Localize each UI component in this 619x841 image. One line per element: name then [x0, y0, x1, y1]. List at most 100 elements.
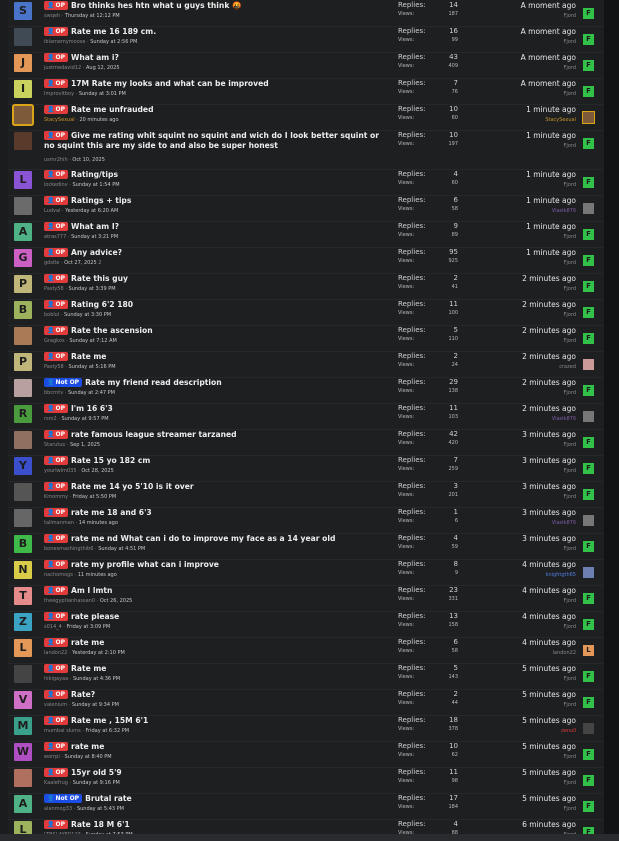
last-poster-avatar[interactable]: L [583, 645, 594, 656]
thread-author[interactable]: tallmanman [44, 520, 74, 526]
thread-title-line[interactable]: 👤OP Rate the ascension [44, 326, 394, 336]
thread-author[interactable]: alanmog33 [44, 806, 72, 812]
last-poster-avatar[interactable]: F [583, 307, 594, 318]
thread-row[interactable]: 👤OP Rate me 16 189 cm. iblamemymoose · Sun… [8, 26, 604, 53]
thread-row[interactable]: 👤OP Rate me unfrauded StacySexual · 20 min… [8, 104, 604, 131]
thread-row[interactable]: 👤OP Rate me 14 yo 5'10 is it over Kmommy ·… [8, 481, 604, 508]
last-post-time[interactable]: A moment ago [476, 1, 576, 11]
thread-row[interactable]: 👤OP rate me 18 and 6'3 tallmanman · 14 min… [8, 507, 604, 534]
thread-row[interactable]: 👤OP Ratings + tips Ludval · Yesterday at 6… [8, 195, 604, 222]
thread-title-line[interactable]: 👤OP Rating 6'2 180 [44, 300, 394, 310]
thread-row[interactable]: P 👤OP Rate me Pasty58 · Sunday at 5:16 PM Re… [8, 351, 604, 378]
last-post-user[interactable]: Fjord [476, 234, 576, 240]
last-post-time[interactable]: 5 minutes ago [476, 768, 576, 778]
last-post-user[interactable]: StacySexual [476, 117, 576, 123]
last-post-time[interactable]: 1 minute ago [476, 222, 576, 232]
last-poster-avatar[interactable] [583, 359, 594, 370]
thread-author[interactable]: Pasty58 [44, 364, 64, 370]
thread-row[interactable]: M 👤OP Rate me , 15M 6'1 mumbai slums · Frid… [8, 715, 604, 742]
thread-title-line[interactable]: 👤OP rate me [44, 638, 394, 648]
thread-title[interactable]: rate please [71, 612, 119, 621]
user-avatar[interactable] [14, 379, 32, 397]
last-post-time[interactable]: 1 minute ago [476, 248, 576, 258]
user-avatar[interactable]: T [14, 587, 32, 605]
thread-author[interactable]: Starutus [44, 442, 65, 448]
last-post-time[interactable]: 2 minutes ago [476, 300, 576, 310]
thread-title[interactable]: rate my profile what can i improve [71, 560, 219, 569]
thread-title-line[interactable]: 👤OP Rate me [44, 352, 394, 362]
thread-row[interactable]: J 👤OP What am i? justmedavid12 · Aug 12, 20… [8, 52, 604, 79]
thread-author[interactable]: theegyptianhassan0 [44, 598, 95, 604]
thread-title-line[interactable]: 👤OP rate famous league streamer tarzaned [44, 430, 394, 440]
last-poster-avatar[interactable]: F [583, 34, 594, 45]
thread-title-line[interactable]: 👤OP rate me [44, 742, 394, 752]
last-post-user[interactable]: Fjord [476, 806, 576, 812]
thread-title[interactable]: Ratings + tips [71, 196, 131, 205]
thread-author[interactable]: boblol [44, 312, 59, 318]
last-post-user[interactable]: Fjord [476, 39, 576, 45]
user-avatar[interactable] [14, 106, 32, 124]
last-post-time[interactable]: 3 minutes ago [476, 508, 576, 518]
thread-title[interactable]: Rate my friend read description [85, 378, 222, 387]
thread-title-line[interactable]: 👤OP Rating/tips [44, 170, 394, 180]
user-avatar[interactable]: L [14, 639, 32, 657]
user-avatar[interactable]: V [14, 691, 32, 709]
thread-title-line[interactable]: 👤OP Rate this guy [44, 274, 394, 284]
thread-title-line[interactable]: 👤OP I'm 16 6'3 [44, 404, 394, 414]
thread-title-line[interactable]: 👤OP rate me nd What can i do to improve m… [44, 534, 394, 544]
thread-author[interactable]: valenium [44, 702, 67, 708]
thread-title[interactable]: Rating 6'2 180 [71, 300, 133, 309]
thread-row[interactable]: 👤OP rate famous league streamer tarzaned S… [8, 429, 604, 456]
last-post-user[interactable]: Fjord [476, 143, 576, 149]
thread-author[interactable]: justmedavid12 [44, 65, 81, 71]
last-post-user[interactable]: Fjord [476, 182, 576, 188]
thread-title[interactable]: I'm 16 6'3 [71, 404, 113, 413]
thread-title-line[interactable]: 👤OP Am I lmtn [44, 586, 394, 596]
last-poster-avatar[interactable]: F [583, 138, 594, 149]
last-poster-avatar[interactable]: F [583, 229, 594, 240]
thread-title[interactable]: Rating/tips [71, 170, 118, 179]
thread-author[interactable]: iblamemymoose [44, 39, 85, 45]
last-post-time[interactable]: 4 minutes ago [476, 638, 576, 648]
thread-title-line[interactable]: 👤OP Rate? [44, 690, 394, 700]
last-post-time[interactable]: 3 minutes ago [476, 430, 576, 440]
user-avatar[interactable]: L [14, 171, 32, 189]
user-avatar[interactable] [14, 769, 32, 787]
last-poster-avatar[interactable] [583, 567, 594, 578]
user-avatar[interactable] [14, 509, 32, 527]
thread-author[interactable]: Gragkos [44, 338, 65, 344]
thread-row[interactable]: A 👤OP What am I? atras777 · Sunday at 3:21 … [8, 221, 604, 248]
last-post-time[interactable]: 2 minutes ago [476, 274, 576, 284]
thread-title-line[interactable]: 👤OP Give me rating whit squint no squint … [44, 131, 389, 151]
last-post-user[interactable]: Fjord [476, 494, 576, 500]
last-post-user[interactable]: Fjord [476, 442, 576, 448]
user-avatar[interactable] [14, 197, 32, 215]
last-poster-avatar[interactable]: F [583, 541, 594, 552]
thread-title-line[interactable]: 👤OP Rate 15 yo 182 cm [44, 456, 394, 466]
thread-title[interactable]: Brutal rate [85, 794, 132, 803]
last-poster-avatar[interactable]: F [583, 619, 594, 630]
last-post-time[interactable]: 3 minutes ago [476, 534, 576, 544]
thread-author[interactable]: yourlwlm035 [44, 468, 77, 474]
user-avatar[interactable] [14, 665, 32, 683]
last-post-user[interactable]: Fjord [476, 65, 576, 71]
last-post-user[interactable]: Fjord [476, 780, 576, 786]
user-avatar[interactable]: P [14, 275, 32, 293]
last-post-time[interactable]: 5 minutes ago [476, 690, 576, 700]
last-post-time[interactable]: 5 minutes ago [476, 716, 576, 726]
thread-author[interactable]: worrpl [44, 754, 60, 760]
thread-author[interactable]: nachomogs [44, 572, 73, 578]
thread-author[interactable]: StacySexual [44, 117, 75, 123]
user-avatar[interactable]: Z [14, 613, 32, 631]
user-avatar[interactable]: N [14, 561, 32, 579]
user-avatar[interactable]: A [14, 795, 32, 813]
thread-author[interactable]: mumbai slums [44, 728, 81, 734]
thread-author[interactable]: s014_4 [44, 624, 62, 630]
last-post-time[interactable]: 3 minutes ago [476, 482, 576, 492]
thread-title[interactable]: Any advice? [71, 248, 122, 257]
last-post-time[interactable]: 4 minutes ago [476, 560, 576, 570]
thread-title[interactable]: Rate 18 M 6'1 [71, 820, 130, 829]
thread-title[interactable]: rate me nd What can i do to improve my f… [71, 534, 335, 543]
thread-title-line[interactable]: 👤OP Rate me unfrauded [44, 105, 394, 115]
thread-author[interactable]: gdstle [44, 260, 59, 266]
